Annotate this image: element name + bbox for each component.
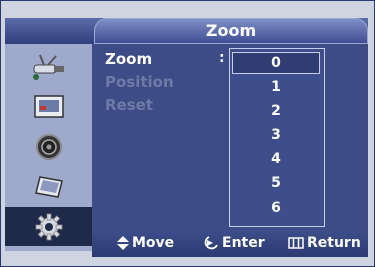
menu-colon: :	[219, 50, 225, 66]
sound-icon	[35, 133, 62, 160]
picture-icon	[33, 94, 64, 118]
updown-arrow-icon	[117, 236, 129, 250]
menu-item-position[interactable]: Position	[105, 73, 174, 91]
zoom-option-selected[interactable]: 0	[232, 52, 320, 74]
menu-item-reset[interactable]: Reset	[105, 96, 153, 114]
menu-item-zoom[interactable]: Zoom	[105, 50, 152, 68]
sidebar-item-sound[interactable]	[5, 127, 92, 166]
sidebar-item-input[interactable]	[5, 47, 92, 86]
return-icon	[288, 237, 304, 249]
sidebar-item-picture[interactable]	[5, 87, 92, 126]
zoom-option[interactable]: 2	[233, 101, 319, 121]
enter-hint: Enter	[203, 235, 265, 251]
return-label: Return	[307, 235, 361, 251]
zoom-option[interactable]: 5	[233, 173, 319, 193]
sidebar	[5, 44, 92, 251]
title-tab: Zoom	[94, 18, 368, 44]
channel-icon	[34, 175, 63, 198]
move-label: Move	[132, 235, 175, 251]
zoom-option[interactable]: 4	[233, 149, 319, 169]
move-hint: Move	[117, 235, 174, 251]
zoom-option-list[interactable]: 0 1 2 3 4 5 6	[229, 48, 325, 227]
antenna-icon	[32, 54, 64, 80]
sidebar-item-setup[interactable]	[5, 207, 92, 246]
tv-osd-window: Zoom Zoom: Position Reset 0 1 2 3 4 5 6…	[0, 0, 375, 267]
zoom-option[interactable]: 1	[233, 77, 319, 97]
sidebar-item-channel[interactable]	[5, 167, 92, 206]
return-hint: Return	[288, 235, 361, 251]
page-title: Zoom	[205, 21, 257, 40]
setup-icon	[35, 213, 62, 240]
enter-label: Enter	[222, 235, 265, 251]
footer-hint-bar: Move Enter Return	[92, 230, 368, 257]
zoom-option[interactable]: 6	[233, 198, 319, 218]
zoom-option[interactable]: 3	[233, 125, 319, 145]
enter-icon	[204, 236, 218, 250]
